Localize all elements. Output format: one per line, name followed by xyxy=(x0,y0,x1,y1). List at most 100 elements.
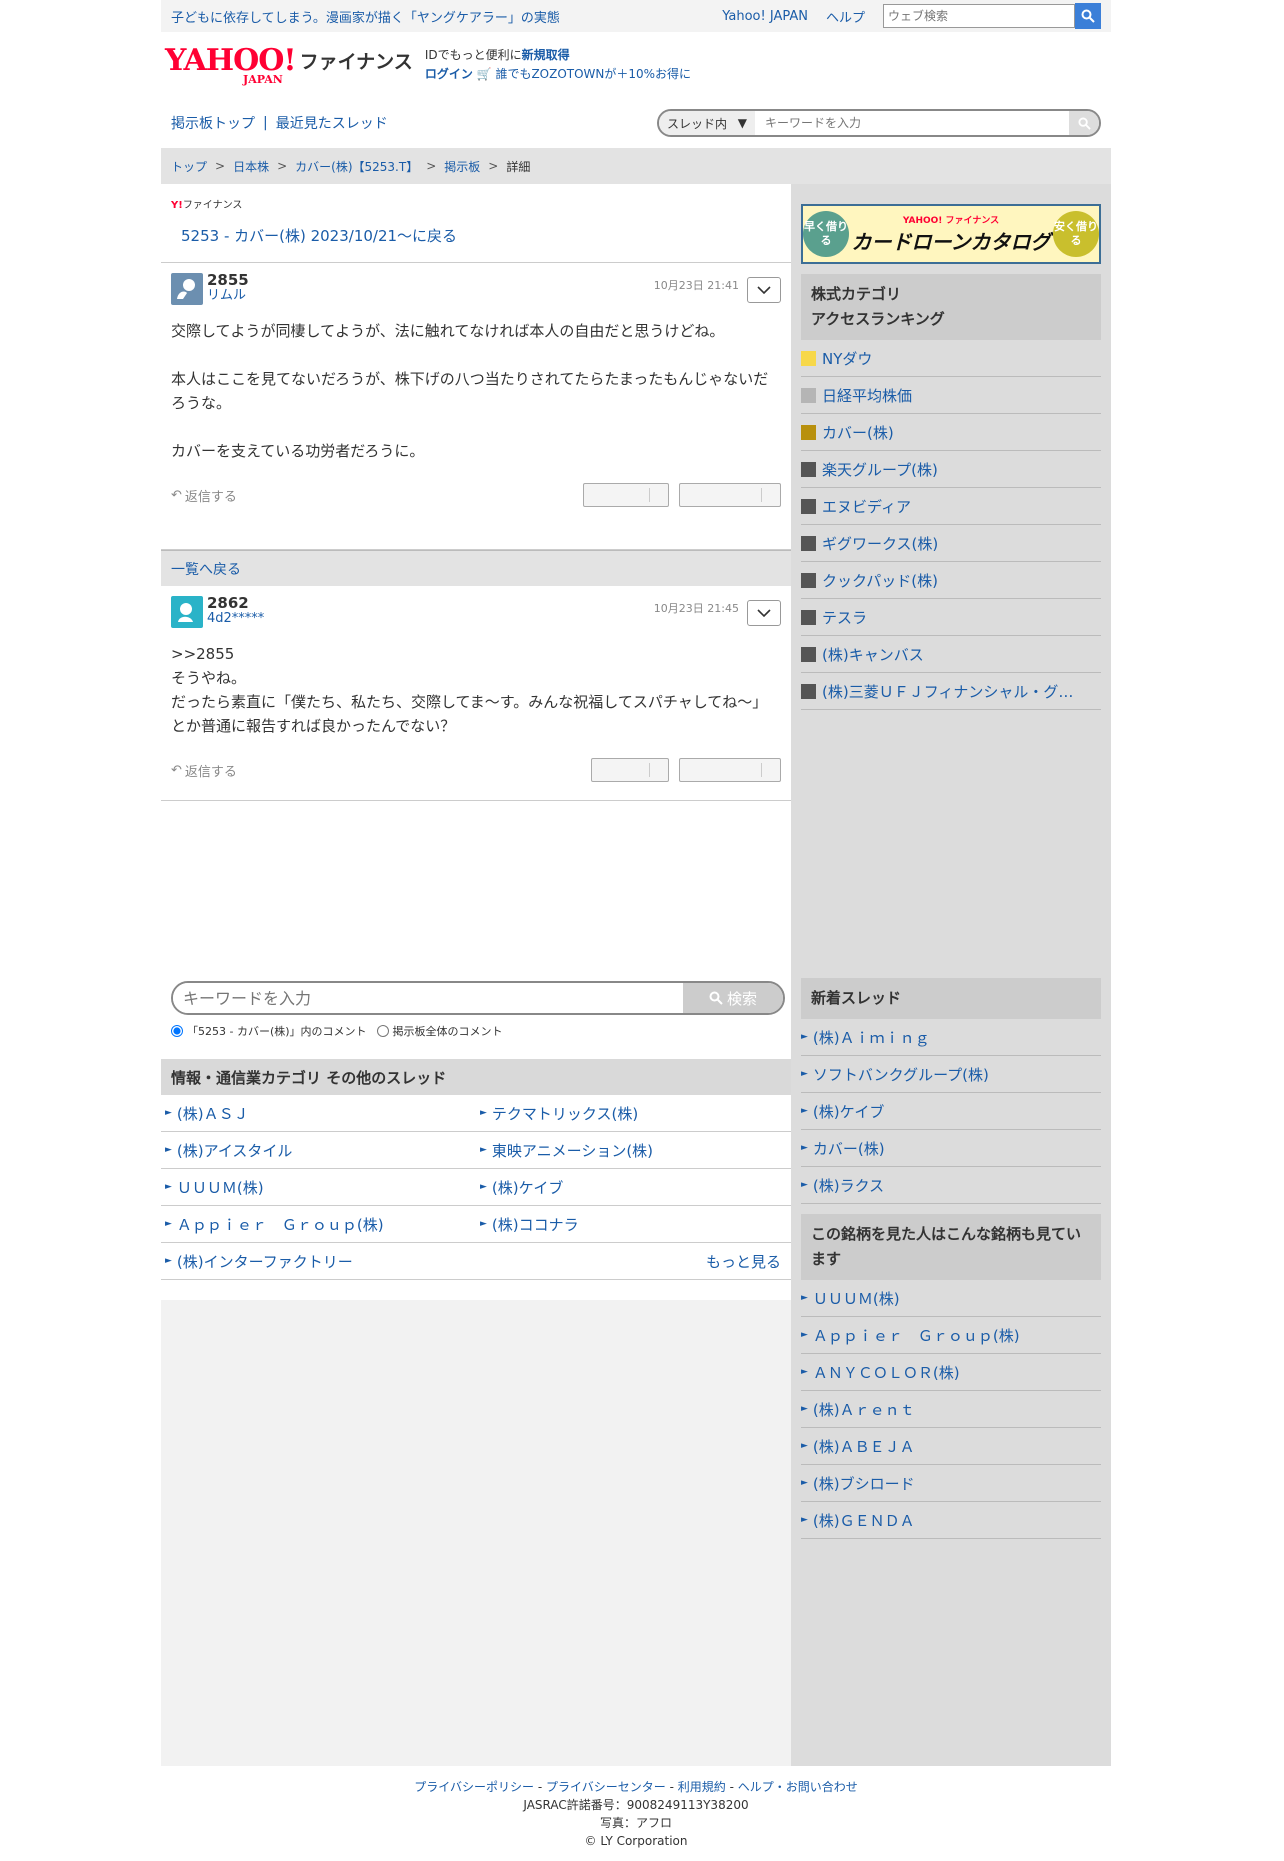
new-thread-item-link[interactable]: (株)ケイブ xyxy=(813,1101,884,1122)
ranking-item[interactable]: (株)キャンバス xyxy=(801,636,1101,673)
thread-back-text[interactable]: 5253 - カバー(株) 2023/10/21〜に戻る xyxy=(181,227,457,245)
post-menu-button[interactable] xyxy=(747,600,781,626)
other-thread-item[interactable]: ► テクマトリックス(株) xyxy=(476,1095,791,1132)
new-thread-item-link[interactable]: (株)ラクス xyxy=(813,1175,884,1196)
other-thread-item[interactable]: ► Ａｐｐｉｅｒ Ｇｒｏｕｐ(株) xyxy=(161,1206,476,1243)
keyword-input[interactable] xyxy=(173,983,683,1013)
also-viewed-item-link[interactable]: ＵＵＵＭ(株) xyxy=(813,1288,900,1309)
new-thread-item[interactable]: ► (株)Ａｉｍｉｎｇ xyxy=(801,1019,1101,1056)
crumb-top[interactable]: トップ xyxy=(171,158,207,175)
board-search-input[interactable] xyxy=(755,111,1069,135)
also-viewed-item[interactable]: ► ＡＮＹＣＯＬＯＲ(株) xyxy=(801,1354,1101,1391)
keyword-search-button[interactable]: 検索 xyxy=(683,983,783,1013)
avatar[interactable] xyxy=(171,596,203,628)
also-viewed-item-link[interactable]: (株)Ａｒｅｎｔ xyxy=(813,1399,915,1420)
other-thread-link[interactable]: (株)ＡＳＪ xyxy=(177,1103,249,1124)
post-number[interactable]: 2855 xyxy=(207,273,249,288)
new-thread-item-link[interactable]: ソフトバンクグループ(株) xyxy=(813,1064,989,1085)
post-user[interactable]: 4d2***** xyxy=(207,611,264,626)
ranking-item[interactable]: 楽天グループ(株) xyxy=(801,451,1101,488)
ranking-link[interactable]: クックパッド(株) xyxy=(822,570,938,591)
scope-thread-radio[interactable] xyxy=(171,1025,183,1037)
also-viewed-item[interactable]: ► (株)ＡＢＥＪＡ xyxy=(801,1428,1101,1465)
other-thread-link[interactable]: (株)ココナラ xyxy=(492,1214,579,1235)
avatar[interactable] xyxy=(171,273,203,305)
other-thread-link[interactable]: 東映アニメーション(株) xyxy=(492,1140,653,1161)
ranking-item[interactable]: 日経平均株価 xyxy=(801,377,1101,414)
ranking-item[interactable]: テスラ xyxy=(801,599,1101,636)
ranking-item[interactable]: クックパッド(株) xyxy=(801,562,1101,599)
ranking-link[interactable]: (株)キャンバス xyxy=(822,644,924,665)
ranking-item[interactable]: ギグワークス(株) xyxy=(801,525,1101,562)
also-viewed-item-link[interactable]: (株)ＡＢＥＪＡ xyxy=(813,1436,915,1457)
other-thread-link[interactable]: Ａｐｐｉｅｒ Ｇｒｏｕｐ(株) xyxy=(177,1214,384,1235)
promo-link[interactable]: 子どもに依存してしまう。漫画家が描く「ヤングケアラー」の実態 xyxy=(171,7,722,26)
ranking-link[interactable]: テスラ xyxy=(822,607,867,628)
web-search-input[interactable] xyxy=(883,4,1075,28)
ranking-link[interactable]: カバー(株) xyxy=(822,422,894,443)
ranking-item[interactable]: NYダウ xyxy=(801,340,1101,377)
also-viewed-item-link[interactable]: (株)ブシロード xyxy=(813,1473,915,1494)
other-thread-item[interactable]: ► (株)ココナラ xyxy=(476,1206,791,1243)
other-thread-item[interactable]: ► (株)ケイブ xyxy=(476,1169,791,1206)
other-thread-item[interactable]: ► 東映アニメーション(株) xyxy=(476,1132,791,1169)
ranking-link[interactable]: NYダウ xyxy=(822,348,872,369)
also-viewed-item[interactable]: ► (株)ＧＥＮＤＡ xyxy=(801,1502,1101,1539)
post-menu-button[interactable] xyxy=(747,277,781,303)
ranking-item[interactable]: (株)三菱ＵＦＪフィナンシャル・グ… xyxy=(801,673,1101,710)
ranking-item[interactable]: カバー(株) xyxy=(801,414,1101,451)
thread-back-link[interactable]: 5253 - カバー(株) 2023/10/21〜に戻る xyxy=(161,211,791,263)
other-thread-link[interactable]: ＵＵＵＭ(株) xyxy=(177,1177,264,1198)
other-thread-item[interactable]: ► ＵＵＵＭ(株) xyxy=(161,1169,476,1206)
crumb-stock[interactable]: カバー(株)【5253.T】 xyxy=(295,158,418,175)
loan-ad-banner[interactable]: 早く借りる YAHOO! ファイナンス カードローンカタログ 安く借りる xyxy=(801,204,1101,264)
help-link[interactable]: ヘルプ xyxy=(826,7,865,26)
like-button[interactable] xyxy=(591,758,669,782)
yahoo-logo[interactable]: YAHOO! JAPAN xyxy=(165,45,297,85)
scope-all-option[interactable]: 掲示板全体のコメント xyxy=(376,1023,503,1039)
yahoo-japan-link[interactable]: Yahoo! JAPAN xyxy=(722,9,808,24)
privacy-policy-link[interactable]: プライバシーポリシー xyxy=(414,1780,534,1794)
more-link[interactable]: もっと見る xyxy=(706,1251,781,1272)
board-search-button[interactable] xyxy=(1069,111,1099,135)
other-thread-item[interactable]: ► (株)インターファクトリー xyxy=(161,1243,476,1280)
also-viewed-item[interactable]: ► ＵＵＵＭ(株) xyxy=(801,1280,1101,1317)
new-thread-item[interactable]: ► (株)ラクス xyxy=(801,1167,1101,1204)
recent-threads-link[interactable]: 最近見たスレッド xyxy=(276,113,388,133)
other-thread-link[interactable]: (株)ケイブ xyxy=(492,1177,563,1198)
ranking-link[interactable]: エヌビディア xyxy=(822,496,911,517)
ranking-item[interactable]: エヌビディア xyxy=(801,488,1101,525)
also-viewed-item-link[interactable]: (株)ＧＥＮＤＡ xyxy=(813,1510,915,1531)
crumb-japan-stocks[interactable]: 日本株 xyxy=(233,158,269,175)
dislike-button[interactable] xyxy=(679,483,781,507)
privacy-center-link[interactable]: プライバシーセンター xyxy=(546,1780,666,1794)
post-number[interactable]: 2862 xyxy=(207,596,264,611)
new-thread-item[interactable]: ► ソフトバンクグループ(株) xyxy=(801,1056,1101,1093)
other-thread-link[interactable]: テクマトリックス(株) xyxy=(492,1103,638,1124)
crumb-board[interactable]: 掲示板 xyxy=(444,158,480,175)
other-thread-item[interactable]: ► (株)アイスタイル xyxy=(161,1132,476,1169)
web-search-button[interactable] xyxy=(1075,3,1101,29)
more-threads[interactable]: もっと見る xyxy=(476,1243,791,1280)
zozo-link[interactable]: 誰でもZOZOTOWNが＋10%お得に xyxy=(495,67,691,81)
post-user[interactable]: リムル xyxy=(207,288,249,303)
new-thread-item-link[interactable]: (株)Ａｉｍｉｎｇ xyxy=(813,1027,930,1048)
help-contact-link[interactable]: ヘルプ・お問い合わせ xyxy=(738,1780,858,1794)
also-viewed-item-link[interactable]: Ａｐｐｉｅｒ Ｇｒｏｕｐ(株) xyxy=(813,1325,1020,1346)
other-thread-item[interactable]: ► (株)ＡＳＪ xyxy=(161,1095,476,1132)
new-thread-item[interactable]: ► (株)ケイブ xyxy=(801,1093,1101,1130)
also-viewed-item[interactable]: ► (株)ブシロード xyxy=(801,1465,1101,1502)
signup-link[interactable]: 新規取得 xyxy=(522,48,570,62)
reply-button[interactable]: ↶ 返信する xyxy=(171,761,237,780)
new-thread-item-link[interactable]: カバー(株) xyxy=(813,1138,885,1159)
like-button[interactable] xyxy=(583,483,669,507)
also-viewed-item[interactable]: ► Ａｐｐｉｅｒ Ｇｒｏｕｐ(株) xyxy=(801,1317,1101,1354)
also-viewed-item-link[interactable]: ＡＮＹＣＯＬＯＲ(株) xyxy=(813,1362,960,1383)
ranking-link[interactable]: ギグワークス(株) xyxy=(822,533,938,554)
logo-finance[interactable]: ファイナンス xyxy=(300,47,413,74)
scope-all-radio[interactable] xyxy=(376,1025,389,1037)
list-back-link[interactable]: 一覧へ戻る xyxy=(171,559,241,579)
ranking-link[interactable]: (株)三菱ＵＦＪフィナンシャル・グ… xyxy=(822,681,1073,702)
new-thread-item[interactable]: ► カバー(株) xyxy=(801,1130,1101,1167)
also-viewed-item[interactable]: ► (株)Ａｒｅｎｔ xyxy=(801,1391,1101,1428)
